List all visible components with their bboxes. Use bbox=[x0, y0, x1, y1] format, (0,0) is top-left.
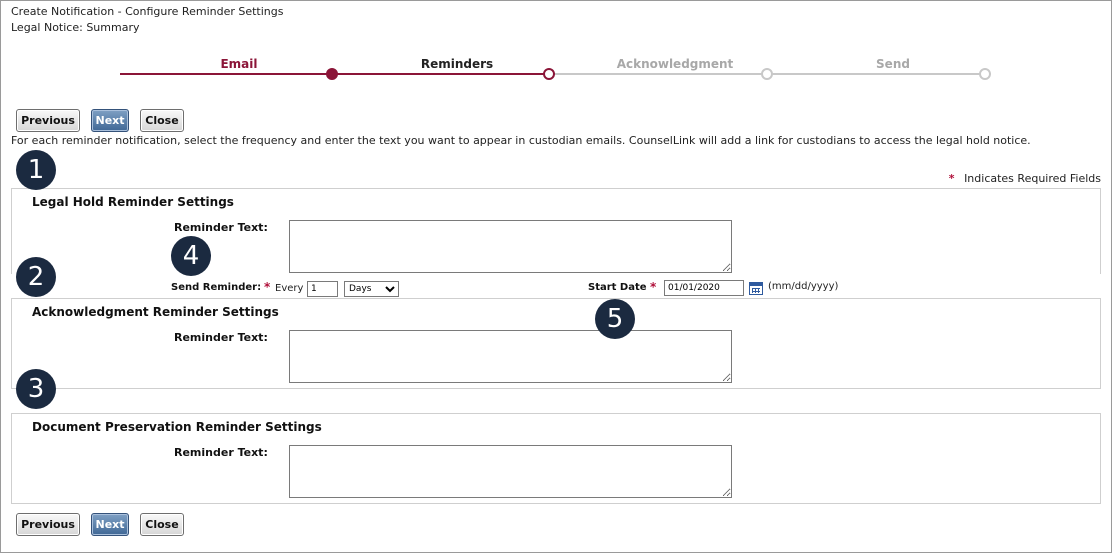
callout-badge-5: 5 bbox=[595, 299, 635, 339]
previous-button-bottom[interactable]: Previous bbox=[16, 513, 80, 536]
wizard-step-send: Send bbox=[876, 57, 910, 71]
close-button-bottom[interactable]: Close bbox=[140, 513, 184, 536]
preservation-section: Document Preservation Reminder Settings … bbox=[11, 413, 1101, 504]
frequency-unit-select[interactable]: Days bbox=[344, 281, 399, 297]
start-date-label: Start Date bbox=[588, 282, 647, 293]
date-format-hint: (mm/dd/yyyy) bbox=[768, 281, 839, 292]
intro-text: For each reminder notification, select t… bbox=[11, 134, 1031, 147]
required-fields-note: * Indicates Required Fields bbox=[949, 172, 1101, 185]
legal-hold-reminder-text-input[interactable] bbox=[289, 220, 732, 273]
page-title: Create Notification - Configure Reminder… bbox=[11, 5, 284, 18]
next-button-bottom[interactable]: Next bbox=[91, 513, 129, 536]
callout-badge-1: 1 bbox=[16, 150, 56, 190]
wizard-track-acknowledgment bbox=[549, 73, 767, 75]
start-date-input[interactable] bbox=[664, 280, 744, 296]
acknowledgment-title: Acknowledgment Reminder Settings bbox=[32, 305, 279, 319]
next-button[interactable]: Next bbox=[91, 109, 129, 132]
acknowledgment-reminder-text-label: Reminder Text: bbox=[174, 331, 268, 344]
close-button[interactable]: Close bbox=[140, 109, 184, 132]
wizard-track-send bbox=[767, 73, 985, 75]
callout-badge-2: 2 bbox=[16, 257, 56, 297]
preservation-reminder-text-label: Reminder Text: bbox=[174, 446, 268, 459]
start-date-required-star: * bbox=[650, 280, 657, 294]
send-reminder-label: Send Reminder: bbox=[171, 282, 262, 293]
legal-hold-reminder-text-label: Reminder Text: bbox=[174, 221, 268, 234]
send-reminder-required-star: * bbox=[264, 280, 271, 294]
legal-hold-title: Legal Hold Reminder Settings bbox=[32, 195, 234, 209]
previous-button[interactable]: Previous bbox=[16, 109, 80, 132]
preservation-reminder-text-input[interactable] bbox=[289, 445, 732, 498]
wizard-track-email bbox=[120, 73, 332, 75]
wizard-step-reminders: Reminders bbox=[420, 57, 494, 71]
calendar-icon[interactable] bbox=[749, 282, 763, 295]
wizard-step-email[interactable]: Email bbox=[139, 57, 339, 71]
every-label: Every bbox=[275, 283, 304, 294]
page-subtitle: Legal Notice: Summary bbox=[11, 21, 140, 34]
frequency-input[interactable] bbox=[307, 281, 338, 297]
acknowledgment-section: Acknowledgment Reminder Settings Reminde… bbox=[11, 298, 1101, 389]
acknowledgment-reminder-text-input[interactable] bbox=[289, 330, 732, 383]
callout-badge-4: 4 bbox=[171, 236, 211, 276]
required-note-text: Indicates Required Fields bbox=[964, 172, 1101, 185]
callout-badge-3: 3 bbox=[16, 369, 56, 409]
preservation-title: Document Preservation Reminder Settings bbox=[32, 420, 322, 434]
wizard-step-acknowledgment: Acknowledgment bbox=[616, 57, 734, 71]
required-star: * bbox=[948, 172, 955, 185]
wizard-track-reminders bbox=[332, 73, 549, 75]
